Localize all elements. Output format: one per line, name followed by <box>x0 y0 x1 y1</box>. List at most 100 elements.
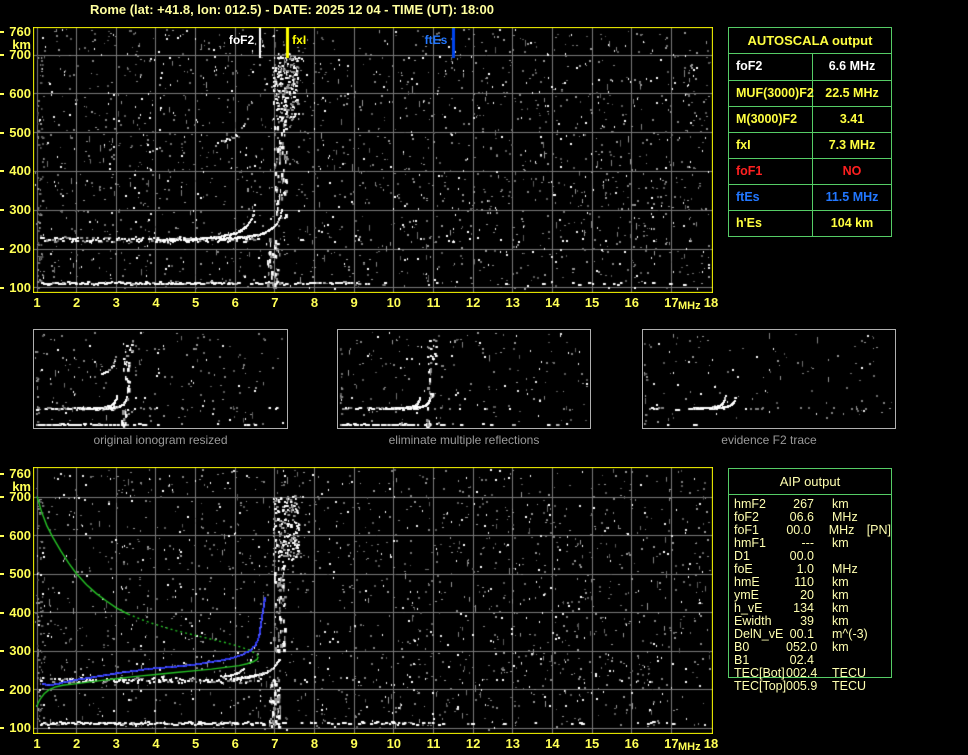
y-tick-label: 600 <box>1 87 31 100</box>
autoscala-row-value: 104 km <box>813 211 891 236</box>
y-axis-edge-tick <box>0 689 4 691</box>
x-tick-label: 5 <box>183 737 209 750</box>
y-axis-edge-tick <box>0 496 4 498</box>
x-tick-label: 6 <box>222 737 248 750</box>
y-axis-edge-tick <box>0 93 4 95</box>
marker-label-ftEs: ftEs <box>383 34 447 47</box>
y-tick-label: 400 <box>1 606 31 619</box>
x-tick-label: 8 <box>302 737 328 750</box>
autoscala-row-fof2: foF26.6 MHz <box>729 54 891 80</box>
autoscala-row-muf3000f2: MUF(3000)F222.5 MHz <box>729 80 891 106</box>
y-tick-label: 300 <box>1 203 31 216</box>
autoscala-row-m3000f2: M(3000)F23.41 <box>729 106 891 132</box>
y-axis-edge-tick <box>0 287 4 289</box>
autoscala-row-value: 3.41 <box>813 107 891 132</box>
autoscala-output-table: AUTOSCALA output foF26.6 MHzMUF(3000)F22… <box>728 27 892 237</box>
y-axis-edge-tick <box>0 573 4 575</box>
x-tick-label: 3 <box>103 296 129 309</box>
autoscala-table-title: AUTOSCALA output <box>729 28 891 54</box>
y-tick-label: 500 <box>1 567 31 580</box>
thumbnail-caption-original: original ionogram resized <box>33 433 288 447</box>
thumbnail-evidence-f2 <box>642 329 896 429</box>
x-tick-label: 9 <box>341 296 367 309</box>
x-tick-label: 13 <box>500 737 526 750</box>
autoscala-row-label: foF2 <box>729 54 813 80</box>
y-axis-edge-tick <box>0 209 4 211</box>
y-tick-label: 600 <box>1 529 31 542</box>
y-tick-label: 200 <box>1 242 31 255</box>
x-tick-label: 11 <box>420 737 446 750</box>
top-ionogram-canvas <box>33 27 713 293</box>
y-axis-edge-tick <box>0 248 4 250</box>
x-axis-unit-label: MHz <box>678 741 701 753</box>
bottom-ionogram-canvas <box>33 467 713 734</box>
aip-row-unit: TECU <box>832 680 866 693</box>
x-tick-label: 6 <box>222 296 248 309</box>
x-tick-label: 11 <box>420 296 446 309</box>
x-tick-label: 1 <box>24 296 50 309</box>
thumbnail-eliminate-canvas <box>338 330 590 428</box>
y-tick-label: 400 <box>1 164 31 177</box>
autoscala-row-value: 11.5 MHz <box>813 185 891 210</box>
x-tick-label: 3 <box>103 737 129 750</box>
x-tick-label: 16 <box>619 296 645 309</box>
x-tick-label: 18 <box>698 296 724 309</box>
y-tick-label: 100 <box>1 721 31 734</box>
y-axis-edge-tick <box>0 132 4 134</box>
y-tick-label: 760 <box>1 467 31 480</box>
autoscala-row-value: NO <box>813 159 891 184</box>
y-axis-edge-tick <box>0 612 4 614</box>
autoscala-row-label: M(3000)F2 <box>729 107 813 132</box>
y-axis-edge-tick <box>0 535 4 537</box>
x-tick-label: 14 <box>539 737 565 750</box>
y-axis-edge-tick <box>0 170 4 172</box>
thumbnail-original-ionogram <box>33 329 288 429</box>
marker-label-foF2: foF2 <box>190 34 254 47</box>
autoscala-row-label: MUF(3000)F2 <box>729 81 813 106</box>
aip-row-unit: km <box>832 537 862 550</box>
autoscala-row-fof1: foF1NO <box>729 158 891 184</box>
autoscala-row-label: fxI <box>729 133 813 158</box>
x-tick-label: 4 <box>143 296 169 309</box>
aip-row-extra: [PN] <box>867 524 891 537</box>
y-axis-edge-tick <box>0 650 4 652</box>
autoscala-row-label: foF1 <box>729 159 813 184</box>
x-tick-label: 14 <box>539 296 565 309</box>
marker-label-fxI: fxI <box>292 34 306 47</box>
top-ionogram-panel: 760700600500400300200100km12345678910111… <box>0 0 728 320</box>
aip-row-tectop: TEC[Top]005.9TECU <box>729 680 891 693</box>
y-axis-edge-tick <box>0 473 4 475</box>
thumbnail-eliminate-reflections <box>337 329 591 429</box>
thumbnail-original-canvas <box>34 330 287 428</box>
y-axis-edge-tick <box>0 54 4 56</box>
autoscala-row-label: ftEs <box>729 185 813 210</box>
x-tick-label: 10 <box>381 296 407 309</box>
x-tick-label: 9 <box>341 737 367 750</box>
y-tick-label: 760 <box>1 25 31 38</box>
x-tick-label: 7 <box>262 296 288 309</box>
thumbnail-caption-eliminate: eliminate multiple reflections <box>337 433 591 447</box>
autoscala-row-label: h'Es <box>729 211 813 236</box>
x-tick-label: 2 <box>64 296 90 309</box>
y-axis-edge-tick <box>0 727 4 729</box>
y-axis-unit-label: km <box>1 480 31 493</box>
autoscala-row-value: 6.6 MHz <box>813 54 891 80</box>
x-tick-label: 12 <box>460 296 486 309</box>
x-tick-label: 18 <box>698 737 724 750</box>
x-tick-label: 13 <box>500 296 526 309</box>
autoscala-row-hes: h'Es104 km <box>729 210 891 236</box>
x-tick-label: 2 <box>64 737 90 750</box>
bottom-ionogram-panel: 760700600500400300200100km12345678910111… <box>0 455 728 755</box>
x-axis-unit-label: MHz <box>678 300 701 312</box>
y-tick-label: 100 <box>1 281 31 294</box>
aip-row-unit: km <box>832 641 862 654</box>
x-tick-label: 16 <box>619 737 645 750</box>
aip-table-title: AIP output <box>729 469 891 495</box>
y-axis-unit-label: km <box>1 38 31 51</box>
x-tick-label: 15 <box>579 737 605 750</box>
x-tick-label: 1 <box>24 737 50 750</box>
x-tick-label: 8 <box>302 296 328 309</box>
x-tick-label: 4 <box>143 737 169 750</box>
x-tick-label: 12 <box>460 737 486 750</box>
thumbnail-caption-evidence: evidence F2 trace <box>642 433 896 447</box>
